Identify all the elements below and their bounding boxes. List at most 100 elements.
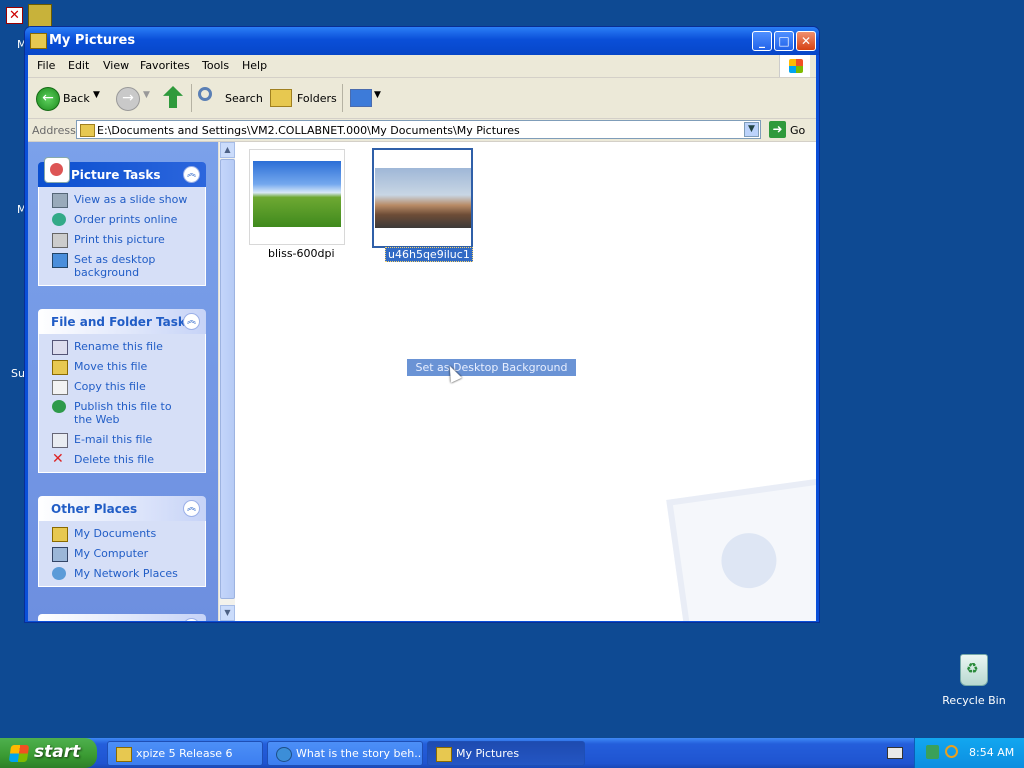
back-dropdown-icon[interactable]: ▼	[93, 90, 100, 100]
task-label: My Computer	[74, 547, 149, 560]
windows-logo-icon	[8, 745, 30, 762]
picture-tasks-body: View as a slide show Order prints online…	[38, 187, 206, 286]
maximize-button[interactable]: □	[774, 31, 794, 51]
task-label: Set as desktop background	[74, 253, 156, 279]
clock[interactable]: 8:54 AM	[969, 746, 1014, 759]
picture-tasks-header[interactable]: Picture Tasks ︽	[38, 157, 206, 187]
close-button[interactable]: ✕	[796, 31, 816, 51]
up-folder-icon[interactable]	[163, 86, 183, 108]
scroll-down-icon[interactable]: ▼	[220, 605, 235, 621]
task-label: E-mail this file	[74, 433, 153, 446]
task-delete-file[interactable]: ✕ Delete this file	[39, 452, 205, 466]
back-button[interactable]: Back	[63, 92, 90, 105]
scroll-up-icon[interactable]: ▲	[220, 142, 235, 158]
app-shortcut-icon[interactable]	[28, 4, 52, 28]
taskbar-button-label: My Pictures	[456, 747, 520, 760]
task-publish-to-web[interactable]: Publish this file to the Web	[39, 400, 184, 426]
forward-dropdown-icon[interactable]: ▼	[143, 90, 150, 100]
menu-favorites[interactable]: Favorites	[140, 59, 190, 72]
task-move-file[interactable]: Move this file	[39, 360, 205, 375]
task-rename-file[interactable]: Rename this file	[39, 340, 205, 355]
address-input[interactable]: E:\Documents and Settings\VM2.COLLABNET.…	[76, 120, 761, 139]
folders-icon[interactable]	[270, 89, 292, 107]
go-arrow-icon[interactable]: ➜	[769, 121, 786, 138]
close-notification-icon[interactable]: ✕	[6, 7, 23, 24]
panel-title: Picture Tasks	[71, 168, 161, 182]
taskbar-button-my-pictures[interactable]: My Pictures	[427, 741, 585, 766]
collapse-chevron-icon[interactable]: ︽	[183, 313, 200, 330]
folder-icon	[30, 33, 47, 49]
file-view[interactable]: bliss-600dpi u46h5qe9iluc1 Set as Deskto…	[235, 142, 816, 621]
folders-button[interactable]: Folders	[297, 92, 337, 105]
search-icon[interactable]	[198, 87, 212, 101]
back-arrow-icon[interactable]: ←	[36, 87, 60, 111]
file-folder-tasks-panel: File and Folder Tasks ︽ Rename this file…	[38, 309, 206, 473]
recycle-bin-icon	[960, 654, 988, 686]
file-name[interactable]: bliss-600dpi	[268, 247, 335, 260]
menu-view[interactable]: View	[103, 59, 129, 72]
printer-icon	[52, 233, 68, 248]
desktop-icon-label-cut: Su	[11, 367, 25, 380]
start-button[interactable]: start	[0, 738, 97, 768]
task-label: My Network Places	[74, 567, 178, 580]
task-label: Print this picture	[74, 233, 165, 246]
taskbar-button-xpize[interactable]: xpize 5 Release 6	[107, 741, 263, 766]
toolbar-separator	[342, 84, 343, 112]
scroll-thumb[interactable]	[220, 159, 235, 599]
thumbnail-image	[253, 161, 341, 227]
thumbnail-image	[375, 168, 471, 228]
folder-icon	[116, 747, 132, 762]
publish-web-icon	[52, 400, 66, 413]
task-label: Copy this file	[74, 380, 146, 393]
task-view-slide-show[interactable]: View as a slide show	[39, 193, 205, 208]
menu-file[interactable]: File	[37, 59, 55, 72]
other-places-panel: Other Places ︽ My Documents My Computer …	[38, 496, 206, 587]
place-my-network-places[interactable]: My Network Places	[39, 567, 205, 580]
task-order-prints[interactable]: Order prints online	[39, 213, 205, 226]
search-tray-icon[interactable]	[945, 745, 958, 758]
window-title: My Pictures	[49, 33, 136, 48]
file-folder-tasks-header[interactable]: File and Folder Tasks ︽	[38, 309, 206, 334]
place-my-computer[interactable]: My Computer	[39, 547, 205, 562]
collapse-chevron-icon[interactable]: ︽	[183, 166, 200, 183]
file-folder-tasks-body: Rename this file Move this file Copy thi…	[38, 334, 206, 473]
search-button[interactable]: Search	[225, 92, 263, 105]
title-bar[interactable]: My Pictures _ □ ✕	[25, 27, 819, 55]
task-pane-scrollbar[interactable]: ▲ ▼	[218, 142, 236, 621]
taskbar-button-browser[interactable]: What is the story beh...	[267, 741, 423, 766]
collapse-chevron-icon[interactable]: ︽	[183, 618, 200, 621]
views-dropdown-icon[interactable]: ▼	[374, 90, 381, 100]
task-email-file[interactable]: E-mail this file	[39, 433, 205, 448]
my-computer-icon	[52, 547, 68, 562]
task-print-picture[interactable]: Print this picture	[39, 233, 205, 248]
address-dropdown-icon[interactable]: ▼	[744, 122, 759, 137]
address-bar: Address E:\Documents and Settings\VM2.CO…	[28, 119, 816, 142]
other-places-header[interactable]: Other Places ︽	[38, 496, 206, 521]
place-my-documents[interactable]: My Documents	[39, 527, 205, 542]
task-copy-file[interactable]: Copy this file	[39, 380, 205, 395]
recycle-bin-shortcut[interactable]: Recycle Bin	[930, 654, 1018, 712]
picture-tasks-icon	[44, 157, 70, 183]
go-button[interactable]: Go	[790, 124, 805, 137]
start-label: start	[34, 742, 81, 762]
file-thumbnail-bliss[interactable]	[249, 149, 345, 245]
menu-edit[interactable]: Edit	[68, 59, 89, 72]
forward-arrow-icon[interactable]: →	[116, 87, 140, 111]
keyboard-icon[interactable]	[887, 747, 903, 759]
views-icon[interactable]	[350, 89, 372, 107]
task-set-desktop-background[interactable]: Set as desktop background	[39, 253, 164, 279]
taskbar-button-label: What is the story beh...	[296, 747, 423, 760]
file-thumbnail-u46[interactable]	[372, 148, 473, 248]
task-label: Delete this file	[74, 453, 154, 466]
details-header[interactable]: ︽	[38, 614, 206, 621]
windows-logo-icon	[779, 55, 810, 77]
picture-tasks-panel: Picture Tasks ︽ View as a slide show Ord…	[38, 157, 206, 286]
slide-show-icon	[52, 193, 68, 208]
menu-help[interactable]: Help	[242, 59, 267, 72]
my-documents-icon	[52, 527, 68, 542]
minimize-button[interactable]: _	[752, 31, 772, 51]
collapse-chevron-icon[interactable]: ︽	[183, 500, 200, 517]
network-tray-icon[interactable]	[926, 745, 939, 759]
file-name-selected[interactable]: u46h5qe9iluc1	[385, 247, 473, 262]
menu-tools[interactable]: Tools	[202, 59, 229, 72]
